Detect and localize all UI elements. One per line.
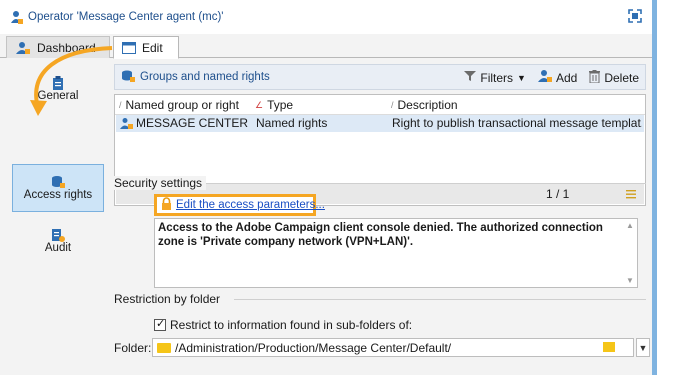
sidebar-item-label: Audit [44,242,72,254]
delete-button[interactable]: Delete [589,69,639,86]
sidebar-item-access-rights[interactable]: Access rights [12,164,104,212]
folder-field[interactable]: /Administration/Production/Message Cente… [152,338,634,357]
restriction-label: Restriction by folder [114,292,225,306]
access-message-text: Access to the Adobe Campaign client cons… [158,222,603,248]
row-name: MESSAGE CENTER E... [136,116,252,130]
add-label: Add [555,70,578,85]
sidebar-item-audit[interactable]: Audit [12,218,104,266]
table-row[interactable]: MESSAGE CENTER E... Named rights Right t… [116,115,644,132]
column-label: Named group or right [125,98,239,112]
named-right-icon [120,117,133,130]
list-menu-icon[interactable] [626,188,636,202]
dashboard-icon [15,41,31,55]
groups-title: Groups and named rights [140,71,270,83]
groups-icon [121,70,135,85]
cell-type: Named rights [256,116,328,130]
folder-dropdown-button[interactable]: ▼ [636,338,650,357]
cell-name: MESSAGE CENTER E... [120,116,252,130]
add-button[interactable]: Add [537,69,578,86]
window-title: Operator 'Message Center agent (mc)' [28,11,224,23]
folder-icon [157,342,171,353]
trash-icon [589,69,601,86]
edit-access-parameters-link[interactable]: Edit the access parameters... [176,199,325,211]
security-settings-label: Security settings [114,176,207,190]
access-message-box[interactable]: Access to the Adobe Campaign client cons… [154,218,638,288]
audit-icon [12,224,104,242]
add-user-icon [537,69,552,86]
column-header-name[interactable]: / Named group or right [119,98,251,112]
folder-picker-icon[interactable] [603,342,615,352]
sidebar-item-label: General [37,90,79,102]
folder-row: Folder: /Administration/Production/Messa… [114,338,650,358]
window-edge [652,0,657,375]
edit-panel: Groups and named rights Filters ▼ Add De… [110,60,652,372]
divider [234,299,646,300]
expand-icon[interactable] [628,9,642,23]
folder-label: Folder: [114,341,152,355]
scroll-up-icon[interactable]: ▲ [626,221,634,230]
funnel-icon [464,70,477,85]
restrict-checkbox[interactable] [154,317,166,331]
groups-toolbar: Filters ▼ Add Delete [464,69,639,86]
cell-description: Right to publish transactional message t… [392,116,642,130]
sort-icon: / [119,100,122,110]
column-header-description[interactable]: / Description [391,98,641,112]
filters-button[interactable]: Filters ▼ [464,70,526,85]
restrict-checkbox-row[interactable]: Restrict to information found in sub-fol… [154,317,413,332]
groups-header: Groups and named rights Filters ▼ Add De… [114,64,646,90]
delete-label: Delete [604,70,639,85]
column-label: Description [397,98,458,112]
restrict-checkbox-label: Restrict to information found in sub-fol… [170,318,413,332]
filters-label: Filters [480,70,514,85]
sort-icon: / [391,100,394,110]
edit-form-icon [122,41,136,54]
tab-edit-label: Edit [142,40,163,55]
divider [200,183,646,184]
scrollbar[interactable]: ▲ ▼ [623,219,637,287]
scroll-down-icon[interactable]: ▼ [626,276,634,285]
edit-access-parameters-box: Edit the access parameters... [154,194,325,216]
tab-edit[interactable]: Edit [113,36,179,59]
column-label: Type [267,98,294,112]
column-header-type[interactable]: ∠ Type [255,98,385,112]
sidebar-item-label: Access rights [23,189,93,201]
lock-icon [161,197,172,213]
sidebar-item-general[interactable]: General [12,66,104,114]
operator-window: Operator 'Message Center agent (mc)' Das… [0,0,655,375]
tab-bar: Dashboard Edit [0,34,652,59]
sidebar: General Access rights Audit [8,60,108,370]
pager: 1 / 1 [546,187,570,201]
title-bar: Operator 'Message Center agent (mc)' [0,0,652,34]
sort-icon: ∠ [255,99,264,110]
table-header: / Named group or right ∠ Type / Description [115,95,645,115]
chevron-down-icon: ▼ [517,72,526,83]
clipboard-icon [12,72,104,90]
database-user-icon [13,171,103,189]
folder-value: /Administration/Production/Message Cente… [175,340,452,355]
tab-dashboard[interactable]: Dashboard [6,36,110,58]
operator-icon [8,9,24,25]
tab-dashboard-label: Dashboard [37,40,96,55]
